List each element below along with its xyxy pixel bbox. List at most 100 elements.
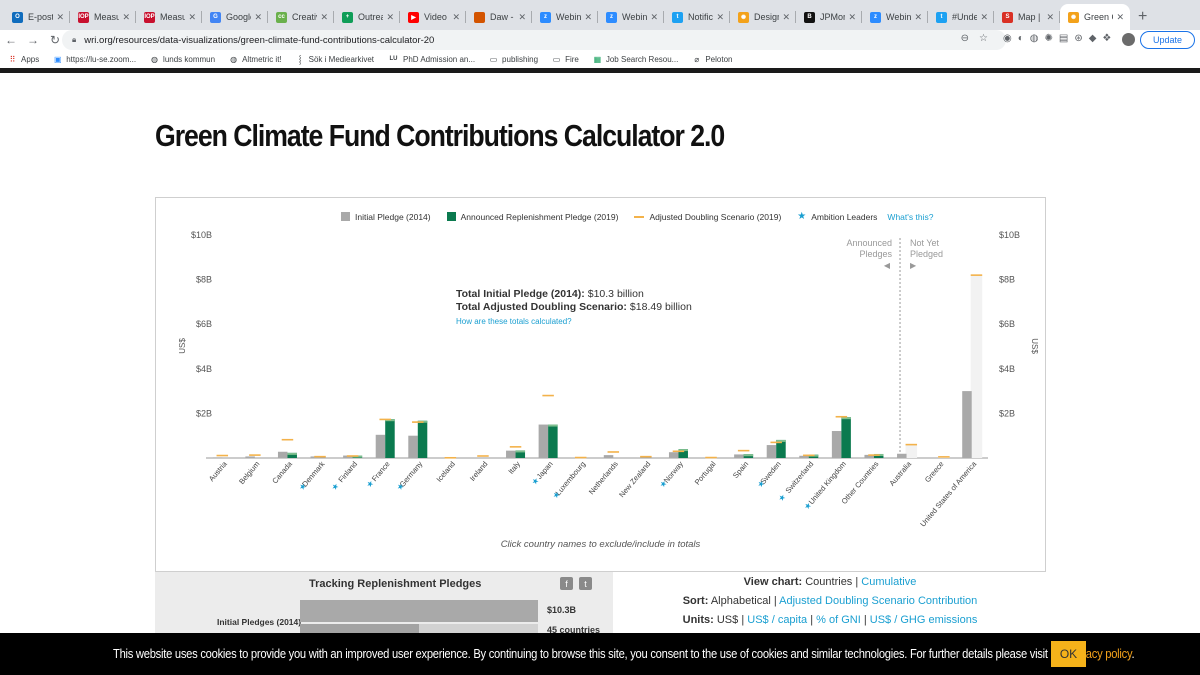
browser-tab[interactable]: t #Under✕ [928, 4, 994, 30]
country-name[interactable]: United States of America [918, 459, 978, 529]
close-tab-icon[interactable]: ✕ [584, 12, 592, 23]
initial-pledge-bar[interactable] [668, 452, 679, 458]
bookmark-item[interactable]: ▦ Job Search Resou... [593, 55, 679, 64]
forward-icon[interactable]: → [22, 33, 44, 47]
initial-pledge-bar[interactable] [897, 453, 907, 458]
close-tab-icon[interactable]: ✕ [188, 12, 196, 23]
country-name[interactable]: Netherlands [587, 459, 620, 496]
bookmark-star-icon[interactable]: ☆ [979, 33, 998, 44]
country-name[interactable]: Japan [535, 460, 555, 481]
country-name[interactable]: France [370, 460, 392, 484]
close-tab-icon[interactable]: ✕ [716, 12, 724, 23]
bookmark-item[interactable]: ⸾ Sök i Mediearkivet [296, 55, 374, 64]
country-name[interactable]: Italy [506, 459, 522, 476]
close-tab-icon[interactable]: ✕ [848, 12, 856, 23]
country-label[interactable]: New Zealand [617, 460, 652, 500]
bookmark-item[interactable]: ◍ lunds kommun [150, 55, 215, 64]
extension-icons[interactable]: ◉◐◍✺▤⊛◆❖ [1003, 33, 1117, 44]
country-label[interactable]: Austria [207, 459, 229, 483]
announced-pledge-bar[interactable] [548, 424, 558, 458]
initial-pledge-bar[interactable] [766, 445, 777, 458]
units-per-capita-link[interactable]: US$ / capita [747, 614, 807, 626]
initial-pledge-bar[interactable] [277, 451, 288, 458]
initial-pledge-bar[interactable] [408, 435, 418, 458]
bookmark-item[interactable]: ▭ Fire [552, 55, 579, 64]
units-gni-link[interactable]: % of GNI [816, 614, 861, 626]
facebook-icon[interactable]: f [560, 577, 573, 590]
country-label[interactable]: Germany★ [395, 459, 425, 492]
country-name[interactable]: Luxembourg [554, 460, 588, 498]
browser-tab[interactable]: + Outreac✕ [334, 4, 400, 30]
initial-pledge-bar[interactable] [831, 431, 842, 458]
country-label[interactable]: Iceland [434, 460, 456, 484]
country-label[interactable]: Luxembourg★ [551, 460, 588, 501]
bookmark-item[interactable]: ◍ Altmetric it! [229, 55, 282, 64]
initial-pledge-bar[interactable] [506, 450, 516, 458]
country-label[interactable]: France★ [364, 460, 391, 490]
country-label[interactable]: Ireland [468, 460, 490, 483]
close-tab-icon[interactable]: ✕ [386, 12, 394, 23]
close-tab-icon[interactable]: ✕ [650, 12, 658, 23]
browser-tab[interactable]: t Notifica✕ [664, 4, 730, 30]
close-tab-icon[interactable]: ✕ [122, 12, 130, 23]
country-name[interactable]: New Zealand [617, 460, 652, 500]
cookie-ok-button[interactable]: OK [1051, 641, 1086, 667]
update-button[interactable]: Update [1140, 31, 1195, 49]
units-ghg-link[interactable]: US$ / GHG emissions [870, 614, 978, 626]
zoom-icon[interactable]: ⊖ [961, 33, 979, 44]
browser-tab[interactable]: ✺ Green C✕ [1060, 4, 1130, 30]
initial-pledge-bar[interactable] [375, 434, 386, 458]
country-label[interactable]: Greece [923, 460, 946, 485]
close-tab-icon[interactable]: ✕ [980, 12, 988, 23]
announced-pledge-bar[interactable] [841, 417, 851, 458]
country-name[interactable]: Switzerland [784, 460, 816, 495]
initial-pledge-bar[interactable] [734, 454, 744, 458]
close-tab-icon[interactable]: ✕ [1116, 12, 1124, 23]
browser-tab[interactable]: G Google✕ [202, 4, 268, 30]
country-name[interactable]: Portugal [693, 459, 718, 486]
browser-tab[interactable]: ✺ Design ✕ [730, 4, 796, 30]
sort-adjusted-link[interactable]: Adjusted Doubling Scenario Contribution [779, 595, 977, 607]
country-name[interactable]: Belgium [237, 460, 261, 487]
browser-tab[interactable]: O E-post-✕ [4, 4, 70, 30]
bookmark-item[interactable]: ⠿ Apps [8, 55, 40, 64]
country-label[interactable]: Canada [270, 459, 294, 486]
address-bar[interactable]: 🔒︎ wri.org/resources/data-visualizations… [62, 30, 1006, 50]
browser-tab[interactable]: z Webina✕ [862, 4, 928, 30]
browser-tab[interactable]: ▶ Video d✕ [400, 4, 466, 30]
close-tab-icon[interactable]: ✕ [914, 12, 922, 23]
browser-tab[interactable]: z Webina✕ [598, 4, 664, 30]
country-label[interactable]: Norway★ [658, 459, 685, 489]
country-name[interactable]: Canada [270, 459, 294, 486]
bookmark-item[interactable]: ▭ publishing [489, 55, 538, 64]
country-name[interactable]: Iceland [434, 460, 456, 484]
new-tab-button[interactable]: + [1138, 4, 1147, 30]
country-name[interactable]: Australia [887, 459, 913, 488]
announced-pledge-bar[interactable] [385, 419, 395, 458]
country-label[interactable]: Portugal [693, 459, 718, 486]
country-label[interactable]: Italy [506, 459, 522, 476]
initial-pledge-bar[interactable] [962, 391, 972, 458]
bookmark-item[interactable]: ⌀ Peloton [692, 55, 732, 64]
bookmark-item[interactable]: ▣ https://lu-se.zoom... [53, 55, 136, 64]
country-label[interactable]: Belgium [237, 460, 261, 487]
country-label[interactable]: Australia [887, 459, 913, 488]
close-tab-icon[interactable]: ✕ [782, 12, 790, 23]
twitter-icon[interactable]: t [579, 577, 592, 590]
close-tab-icon[interactable]: ✕ [320, 12, 328, 23]
country-label[interactable]: Japan★ [530, 460, 555, 487]
close-tab-icon[interactable]: ✕ [1046, 12, 1054, 23]
country-name[interactable]: Ireland [468, 460, 490, 483]
back-icon[interactable]: ← [0, 33, 22, 47]
country-label[interactable]: Spain [731, 460, 750, 480]
country-name[interactable]: Finland [336, 460, 359, 485]
initial-pledge-bar[interactable] [245, 456, 255, 458]
browser-tab[interactable]: IOP Measur✕ [70, 4, 136, 30]
browser-tab[interactable]: z Webina✕ [532, 4, 598, 30]
close-tab-icon[interactable]: ✕ [518, 12, 526, 23]
country-label[interactable]: Denmark★ [297, 459, 327, 492]
country-label[interactable]: Sweden★ [755, 460, 782, 490]
profile-avatar[interactable] [1122, 33, 1135, 46]
announced-pledge-bar[interactable] [417, 420, 428, 458]
browser-tab[interactable]: cc Creativ✕ [268, 4, 334, 30]
